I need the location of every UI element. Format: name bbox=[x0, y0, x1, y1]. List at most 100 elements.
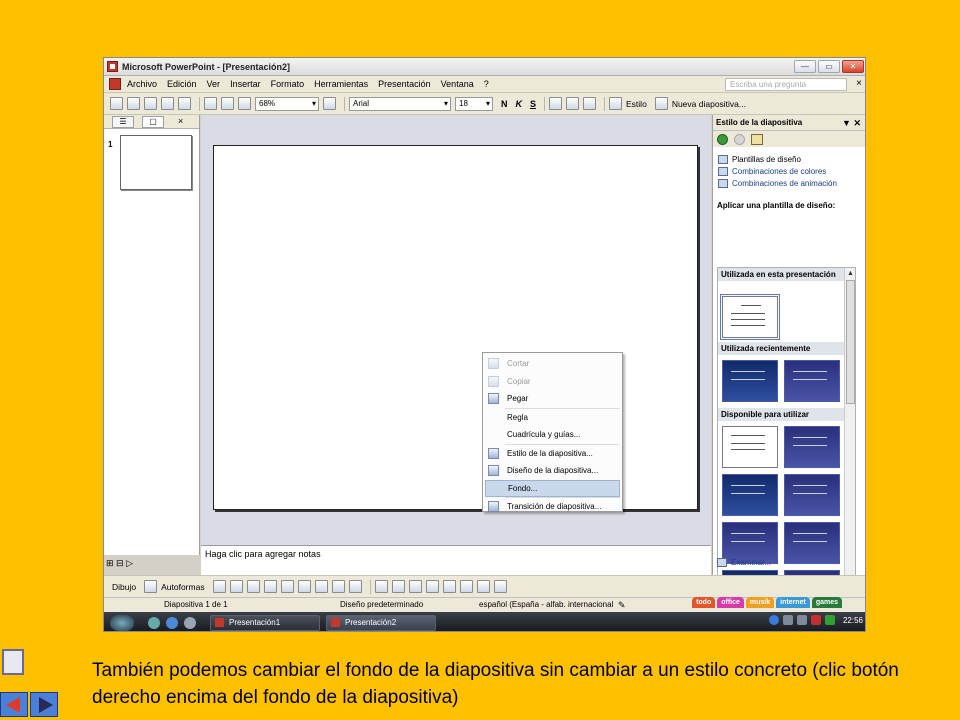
desktop-icon[interactable] bbox=[184, 616, 196, 629]
start-button[interactable] bbox=[110, 614, 134, 631]
tag-todo[interactable]: todo bbox=[692, 597, 716, 608]
menu-copy[interactable]: Copiar bbox=[483, 373, 622, 391]
template-thumbnail[interactable] bbox=[722, 474, 778, 516]
new-icon[interactable] bbox=[110, 97, 123, 110]
bold-button[interactable]: N bbox=[501, 99, 508, 109]
menu-ruler[interactable]: Regla bbox=[483, 409, 622, 427]
menu-grid-guides[interactable]: Cuadrícula y guías... bbox=[483, 426, 622, 444]
media-play-icon[interactable] bbox=[768, 615, 779, 625]
open-icon[interactable] bbox=[127, 97, 140, 110]
italic-button[interactable]: K bbox=[516, 99, 523, 109]
copy-icon[interactable] bbox=[161, 97, 174, 110]
line-style-icon[interactable] bbox=[425, 580, 439, 593]
shadow-button[interactable]: S bbox=[530, 99, 536, 109]
menu-insertar[interactable]: Insertar bbox=[230, 79, 261, 89]
notes-pane[interactable]: Haga clic para agregar notas bbox=[201, 545, 711, 575]
close-button[interactable]: ✕ bbox=[842, 60, 864, 73]
help-icon[interactable] bbox=[323, 97, 336, 110]
table-icon[interactable] bbox=[221, 97, 234, 110]
line-color-icon[interactable] bbox=[391, 580, 405, 593]
link-color-schemes[interactable]: Combinaciones de colores bbox=[713, 165, 865, 177]
tag-musik[interactable]: musik bbox=[745, 597, 775, 608]
shadow-icon[interactable] bbox=[476, 580, 490, 593]
tab-outline[interactable]: ☰ bbox=[112, 116, 134, 128]
font-select[interactable]: Arial bbox=[349, 96, 451, 111]
menu-ver[interactable]: Ver bbox=[207, 79, 221, 89]
menu-archivo[interactable]: Archivo bbox=[127, 79, 157, 89]
scroll-up-icon[interactable]: ▲ bbox=[845, 268, 855, 279]
picture-icon[interactable] bbox=[348, 580, 362, 593]
select-arrow-icon[interactable] bbox=[144, 580, 158, 593]
task-presentacion2[interactable]: Presentación2 bbox=[326, 614, 436, 631]
template-thumbnail[interactable] bbox=[722, 426, 778, 468]
oval-icon[interactable] bbox=[263, 580, 277, 593]
pane-close-icon[interactable]: × bbox=[178, 116, 183, 126]
menu-background[interactable]: Fondo... bbox=[485, 479, 620, 497]
font-grow-icon[interactable] bbox=[583, 97, 597, 110]
next-slide-button[interactable] bbox=[30, 692, 58, 717]
tray-icon[interactable] bbox=[796, 615, 807, 625]
tag-games[interactable]: games bbox=[811, 597, 842, 608]
forward-icon[interactable] bbox=[734, 133, 745, 145]
task-presentacion1[interactable]: Presentación1 bbox=[210, 614, 320, 631]
menu-transition[interactable]: Transición de diapositiva... bbox=[483, 498, 622, 516]
menu-slide-style[interactable]: Estilo de la diapositiva... bbox=[483, 445, 622, 463]
zoom-select[interactable]: 68% bbox=[255, 96, 319, 111]
arrow-style-icon[interactable] bbox=[459, 580, 473, 593]
textbox-icon[interactable] bbox=[280, 580, 294, 593]
quicklaunch-icon[interactable] bbox=[148, 616, 160, 629]
menu-paste[interactable]: Pegar bbox=[483, 390, 622, 408]
style-button[interactable]: Estilo bbox=[609, 97, 647, 110]
autoshapes-menu[interactable]: Autoformas bbox=[161, 582, 204, 592]
view-buttons[interactable]: ⊞ ⊟ ▷ bbox=[106, 558, 133, 569]
arrow-icon[interactable] bbox=[229, 580, 243, 593]
wordart-icon[interactable] bbox=[297, 580, 311, 593]
font-color-icon[interactable] bbox=[408, 580, 422, 593]
menu-formato[interactable]: Formato bbox=[271, 79, 305, 89]
undo-icon[interactable] bbox=[204, 97, 217, 110]
print-icon[interactable] bbox=[144, 97, 157, 110]
template-thumbnail[interactable] bbox=[720, 294, 780, 340]
link-animation-schemes[interactable]: Combinaciones de animación bbox=[713, 177, 865, 189]
new-slide-button[interactable]: Nueva diapositiva... bbox=[654, 97, 746, 110]
template-thumbnail[interactable] bbox=[784, 426, 840, 468]
template-thumbnail[interactable] bbox=[784, 522, 840, 564]
ask-question-input[interactable]: Escriba una pregunta bbox=[725, 78, 847, 91]
menu-presentacion[interactable]: Presentación bbox=[378, 79, 431, 89]
menu-help[interactable]: ? bbox=[484, 79, 489, 89]
tag-office[interactable]: office bbox=[717, 597, 744, 608]
dash-style-icon[interactable] bbox=[442, 580, 456, 593]
slide-thumbnail[interactable] bbox=[120, 135, 192, 190]
template-thumbnail[interactable] bbox=[784, 474, 840, 516]
tab-slides[interactable]: ▢ bbox=[142, 116, 164, 128]
tray-icon[interactable] bbox=[824, 615, 835, 625]
clipart-icon[interactable] bbox=[331, 580, 345, 593]
align-icon[interactable] bbox=[549, 97, 563, 110]
minimize-button[interactable]: — bbox=[794, 60, 816, 73]
restore-button[interactable]: ▭ bbox=[818, 60, 840, 73]
gallery-scrollbar[interactable]: ▲ ▼ bbox=[844, 268, 855, 604]
menu-edicion[interactable]: Edición bbox=[167, 79, 197, 89]
diagram-icon[interactable] bbox=[314, 580, 328, 593]
document-icon[interactable] bbox=[109, 78, 121, 90]
browse-link[interactable]: Examinar... bbox=[717, 558, 771, 567]
menu-slide-layout[interactable]: Diseño de la diapositiva... bbox=[483, 462, 622, 480]
paste-icon[interactable] bbox=[178, 97, 191, 110]
browser-icon[interactable] bbox=[166, 616, 178, 629]
menu-cut[interactable]: Cortar bbox=[483, 355, 622, 373]
tray-icon[interactable] bbox=[782, 615, 793, 625]
tray-icon[interactable] bbox=[810, 615, 821, 625]
prev-slide-button[interactable] bbox=[0, 692, 28, 717]
back-icon[interactable] bbox=[717, 133, 728, 145]
3d-icon[interactable] bbox=[493, 580, 507, 593]
fill-color-icon[interactable] bbox=[374, 580, 388, 593]
home-button[interactable] bbox=[2, 649, 24, 675]
rectangle-icon[interactable] bbox=[246, 580, 260, 593]
menu-herramientas[interactable]: Herramientas bbox=[314, 79, 368, 89]
menu-ventana[interactable]: Ventana bbox=[441, 79, 474, 89]
tag-internet[interactable]: internet bbox=[776, 597, 810, 608]
doc-close-icon[interactable]: × bbox=[856, 78, 862, 89]
task-pane-controls[interactable]: ▼ ✕ bbox=[842, 118, 861, 129]
scroll-thumb[interactable] bbox=[846, 280, 855, 404]
slide-canvas[interactable] bbox=[213, 145, 698, 510]
